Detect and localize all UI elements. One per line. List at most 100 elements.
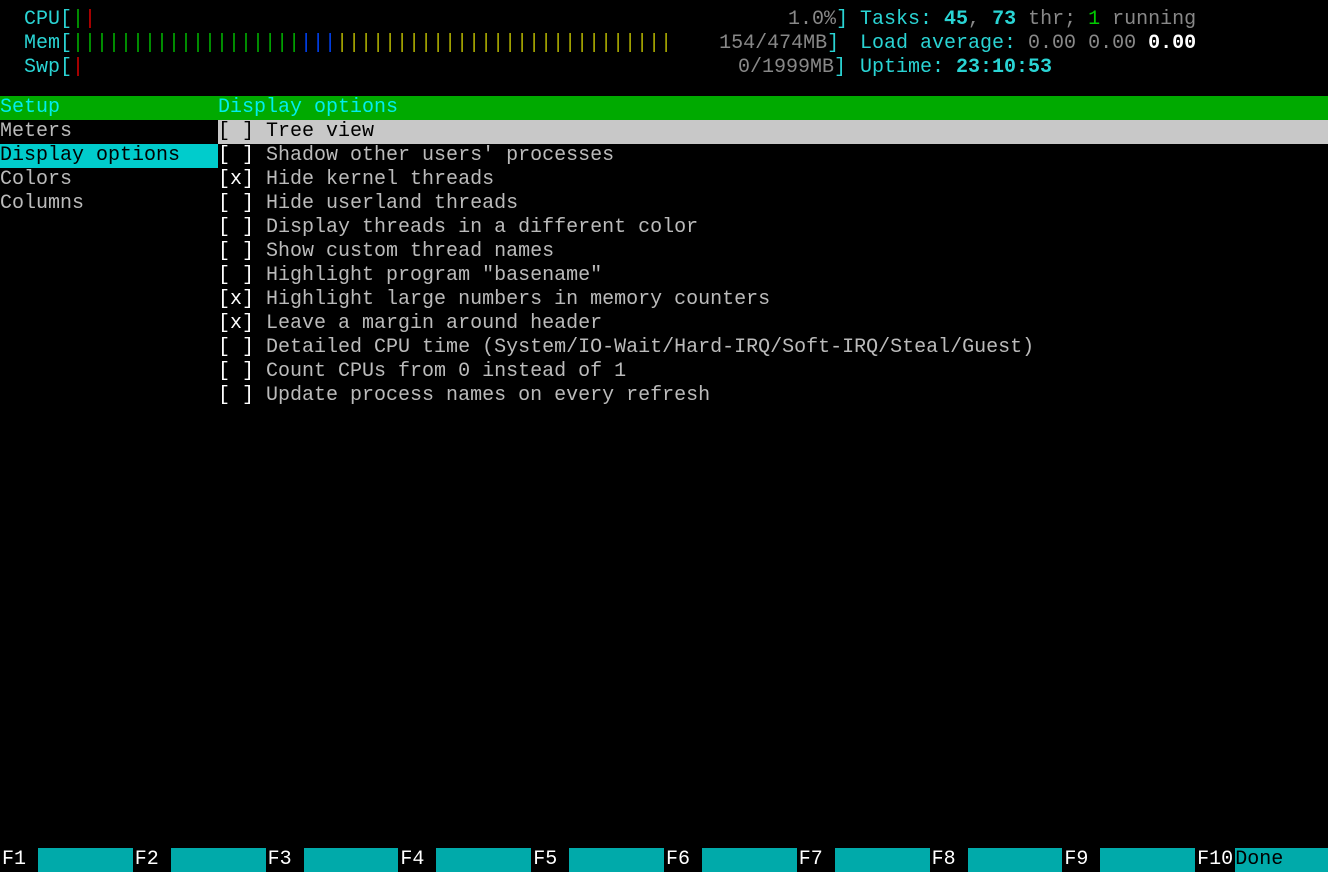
swp-meter-value: 0/1999MB <box>738 56 834 79</box>
fnkey-key: F7 <box>797 848 835 872</box>
option-label: Leave a margin around header <box>266 312 602 336</box>
fnkey-f8[interactable]: F8 <box>930 848 1063 872</box>
sidebar-title: Setup <box>0 96 218 120</box>
running-count: 1 <box>1088 8 1100 31</box>
checkbox-bracket-close: ] <box>242 168 254 192</box>
checkbox-mark <box>230 336 242 360</box>
checkbox-mark <box>230 264 242 288</box>
fnkey-f6[interactable]: F6 <box>664 848 797 872</box>
fnkey-label <box>436 848 531 872</box>
option-label: Update process names on every refresh <box>266 384 710 408</box>
checkbox-bracket-open: [ <box>218 288 230 312</box>
checkbox-mark <box>230 192 242 216</box>
fnkey-f5[interactable]: F5 <box>531 848 664 872</box>
sidebar-item-colors[interactable]: Colors <box>0 168 218 192</box>
option-row[interactable]: [x] Hide kernel threads <box>218 168 1328 192</box>
function-key-bar: F1 F2 F3 F4 F5 F6 F7 F8F9 F10Done <box>0 848 1328 872</box>
fnkey-label <box>171 848 266 872</box>
option-label: Hide kernel threads <box>266 168 494 192</box>
fnkey-key: F1 <box>0 848 38 872</box>
fnkey-key: F5 <box>531 848 569 872</box>
uptime-label: Uptime: <box>860 56 944 79</box>
option-row[interactable]: [x]Leave a margin around header <box>218 312 1328 336</box>
fnkey-label <box>968 848 1063 872</box>
fnkey-f4[interactable]: F4 <box>398 848 531 872</box>
sidebar-item-display-options[interactable]: Display options <box>0 144 218 168</box>
cpu-meter-label: CPU <box>0 8 60 31</box>
checkbox-mark: x <box>230 288 242 312</box>
sidebar-item-columns[interactable]: Columns <box>0 192 218 216</box>
fnkey-key: F4 <box>398 848 436 872</box>
option-label: Tree view <box>266 120 374 144</box>
checkbox-mark <box>230 360 242 384</box>
fnkey-label <box>702 848 797 872</box>
option-row[interactable]: [ ]Display threads in a different color <box>218 216 1328 240</box>
fnkey-key: F2 <box>133 848 171 872</box>
option-label: Highlight program "basename" <box>266 264 602 288</box>
option-row[interactable]: [ ]Update process names on every refresh <box>218 384 1328 408</box>
fnkey-label: Done <box>1235 848 1328 872</box>
checkbox-mark <box>230 120 242 144</box>
option-label: Detailed CPU time (System/IO-Wait/Hard-I… <box>266 336 1034 360</box>
bracket-close: ] <box>836 8 848 31</box>
fnkey-key: F6 <box>664 848 702 872</box>
mem-meter-value: 154/474MB <box>719 32 827 55</box>
checkbox-mark <box>230 240 242 264</box>
checkbox-bracket-open: [ <box>218 168 230 192</box>
checkbox-bracket-close: ] <box>242 360 254 384</box>
fnkey-f7[interactable]: F7 <box>797 848 930 872</box>
option-row[interactable]: [ ]Detailed CPU time (System/IO-Wait/Har… <box>218 336 1328 360</box>
fnkey-f1[interactable]: F1 <box>0 848 133 872</box>
option-row[interactable]: [ ]Shadow other users' processes <box>218 144 1328 168</box>
checkbox-bracket-open: [ <box>218 240 230 264</box>
checkbox-bracket-open: [ <box>218 144 230 168</box>
option-label: Count CPUs from 0 instead of 1 <box>266 360 626 384</box>
load-label: Load average: <box>860 32 1016 55</box>
option-row[interactable]: [ ] Tree view <box>218 120 1328 144</box>
checkbox-bracket-open: [ <box>218 384 230 408</box>
checkbox-bracket-close: ] <box>242 120 254 144</box>
swp-meter-bar: | <box>72 56 84 80</box>
sidebar-item-meters[interactable]: Meters <box>0 120 218 144</box>
tasks-count: 45 <box>944 8 968 31</box>
option-row[interactable]: [ ]Count CPUs from 0 instead of 1 <box>218 360 1328 384</box>
load-2: 0.00 <box>1088 32 1136 55</box>
option-label: Highlight large numbers in memory counte… <box>266 288 770 312</box>
checkbox-bracket-close: ] <box>242 216 254 240</box>
display-options-list: [ ] Tree view[ ]Shadow other users' proce… <box>218 120 1328 408</box>
option-label: Display threads in a different color <box>266 216 698 240</box>
option-row[interactable]: [x] Highlight large numbers in memory cou… <box>218 288 1328 312</box>
fnkey-key: F10 <box>1195 848 1235 872</box>
checkbox-mark <box>230 384 242 408</box>
mem-meter-label: Mem <box>0 32 60 55</box>
fnkey-key: F3 <box>266 848 304 872</box>
fnkey-key: F9 <box>1062 848 1100 872</box>
checkbox-bracket-close: ] <box>242 144 254 168</box>
checkbox-bracket-open: [ <box>218 312 230 336</box>
cpu-meter-value: 1.0% <box>788 8 836 31</box>
checkbox-bracket-close: ] <box>242 312 254 336</box>
checkbox-bracket-open: [ <box>218 192 230 216</box>
fnkey-f9[interactable]: F9 <box>1062 848 1195 872</box>
setup-sidebar: MetersDisplay optionsColorsColumns <box>0 120 218 408</box>
cpu-meter-bar: || <box>72 8 96 32</box>
option-row[interactable]: [ ]Show custom thread names <box>218 240 1328 264</box>
swp-meter-label: Swp <box>0 56 60 79</box>
fnkey-f10[interactable]: F10Done <box>1195 848 1328 872</box>
fnkey-f2[interactable]: F2 <box>133 848 266 872</box>
checkbox-bracket-open: [ <box>218 336 230 360</box>
checkbox-mark <box>230 216 242 240</box>
option-row[interactable]: [ ]Hide userland threads <box>218 192 1328 216</box>
checkbox-bracket-close: ] <box>242 288 254 312</box>
checkbox-mark <box>230 144 242 168</box>
checkbox-bracket-open: [ <box>218 120 230 144</box>
fnkey-label <box>38 848 133 872</box>
checkbox-mark: x <box>230 168 242 192</box>
tasks-label: Tasks: <box>860 8 932 31</box>
load-1: 0.00 <box>1028 32 1076 55</box>
threads-count: 73 <box>992 8 1016 31</box>
bracket-open: [ <box>60 8 72 31</box>
fnkey-f3[interactable]: F3 <box>266 848 399 872</box>
option-row[interactable]: [ ]Highlight program "basename" <box>218 264 1328 288</box>
load-3: 0.00 <box>1148 32 1196 55</box>
